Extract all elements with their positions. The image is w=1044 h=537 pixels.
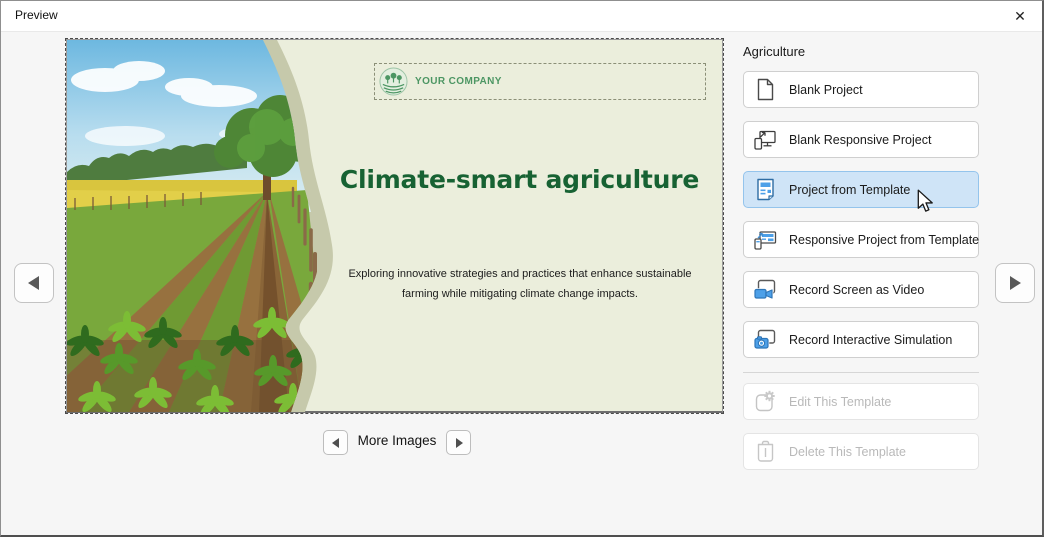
title-bar: Preview ✕ bbox=[1, 1, 1042, 32]
sidebar-divider bbox=[743, 372, 979, 373]
window-title: Preview bbox=[15, 8, 58, 22]
right-triangle-icon bbox=[454, 438, 464, 448]
company-name-label: YOUR COMPANY bbox=[415, 76, 502, 87]
project-from-template-button[interactable]: Project from Template bbox=[743, 171, 979, 208]
sidebar-heading: Agriculture bbox=[743, 44, 805, 59]
left-triangle-icon bbox=[26, 275, 42, 291]
company-logo-icon bbox=[379, 67, 408, 96]
photo-camera-icon bbox=[752, 326, 779, 353]
more-images-prev-button[interactable] bbox=[323, 430, 348, 455]
slide-title: Climate-smart agriculture bbox=[317, 165, 722, 194]
button-label: Project from Template bbox=[789, 183, 910, 197]
blank-responsive-project-button[interactable]: Blank Responsive Project bbox=[743, 121, 979, 158]
slide-subtitle-line1: Exploring innovative strategies and prac… bbox=[319, 264, 721, 284]
gear-edit-icon bbox=[752, 388, 779, 415]
next-template-button[interactable] bbox=[995, 263, 1035, 303]
button-label: Record Interactive Simulation bbox=[789, 333, 952, 347]
record-screen-as-video-button[interactable]: Record Screen as Video bbox=[743, 271, 979, 308]
right-triangle-icon bbox=[1007, 275, 1023, 291]
more-images-next-button[interactable] bbox=[446, 430, 471, 455]
slide-preview: YOUR COMPANY Climate-smart agriculture E… bbox=[66, 39, 723, 413]
button-label: Delete This Template bbox=[789, 445, 906, 459]
responsive-project-from-template-button[interactable]: Responsive Project from Template bbox=[743, 221, 979, 258]
responsive-template-icon bbox=[752, 226, 779, 253]
logo-placeholder-box: YOUR COMPANY bbox=[374, 63, 706, 100]
button-label: Blank Responsive Project bbox=[789, 133, 931, 147]
close-icon: ✕ bbox=[1014, 8, 1026, 24]
previous-template-button[interactable] bbox=[14, 263, 54, 303]
left-triangle-icon bbox=[331, 438, 341, 448]
responsive-devices-icon bbox=[752, 126, 779, 153]
slide-subtitle: Exploring innovative strategies and prac… bbox=[319, 264, 721, 304]
template-document-icon bbox=[752, 176, 779, 203]
video-camera-icon bbox=[752, 276, 779, 303]
button-label: Edit This Template bbox=[789, 395, 891, 409]
button-label: Responsive Project from Template bbox=[789, 233, 979, 247]
button-label: Blank Project bbox=[789, 83, 863, 97]
blank-project-button[interactable]: Blank Project bbox=[743, 71, 979, 108]
close-button[interactable]: ✕ bbox=[1008, 5, 1032, 27]
record-interactive-simulation-button[interactable]: Record Interactive Simulation bbox=[743, 321, 979, 358]
trash-icon bbox=[752, 438, 779, 465]
button-label: Record Screen as Video bbox=[789, 283, 924, 297]
blank-document-icon bbox=[752, 76, 779, 103]
edit-this-template-button[interactable]: Edit This Template bbox=[743, 383, 979, 420]
delete-this-template-button[interactable]: Delete This Template bbox=[743, 433, 979, 470]
slide-subtitle-line2: farming while mitigating climate change … bbox=[319, 284, 721, 304]
more-images-label: More Images bbox=[351, 433, 443, 448]
preview-dialog: Preview ✕ bbox=[0, 0, 1044, 537]
